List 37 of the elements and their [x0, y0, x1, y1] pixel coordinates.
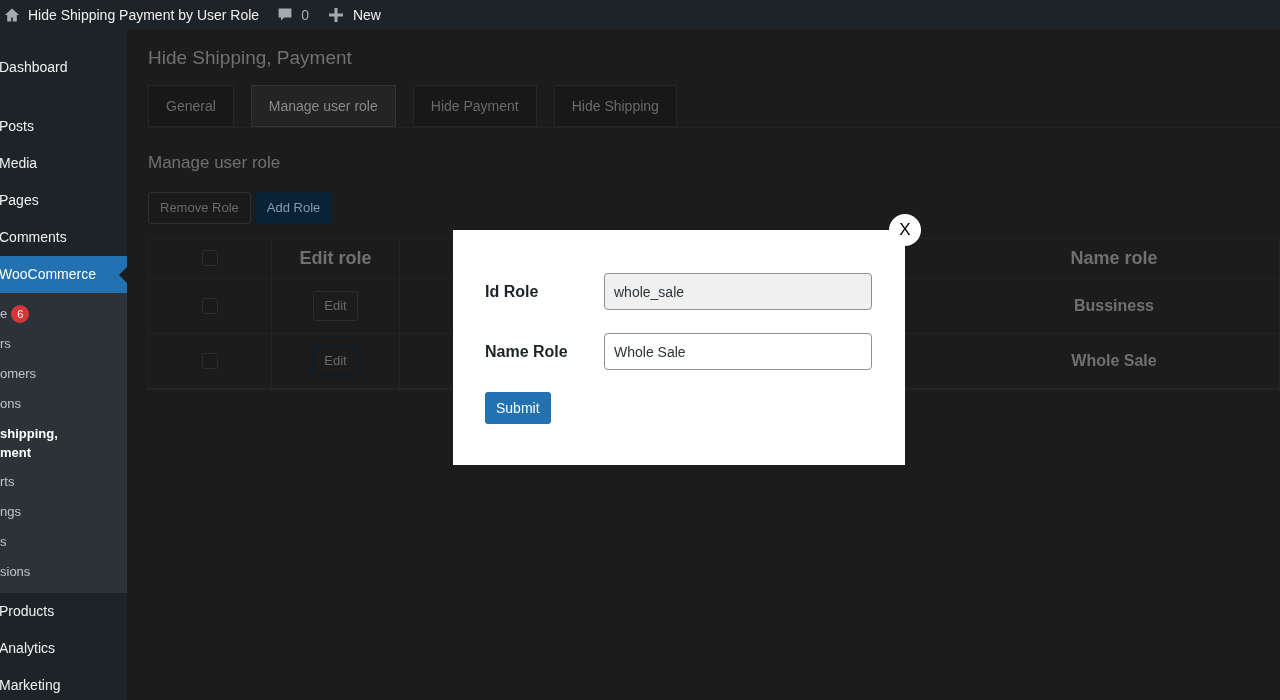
- submenu-item[interactable]: s: [0, 532, 7, 552]
- new-link[interactable]: New: [352, 4, 381, 26]
- table-cell-text: Bussiness: [1073, 295, 1154, 316]
- menu-item[interactable]: Dashboard: [0, 49, 127, 86]
- submenu-item[interactable]: ngs: [0, 502, 21, 522]
- submenu-item[interactable]: ons: [0, 394, 21, 414]
- current-pointer-icon: [119, 267, 127, 283]
- submenu-item[interactable]: rts: [0, 472, 15, 492]
- menu-item[interactable]: Products: [0, 593, 127, 630]
- tab[interactable]: Manage user role: [250, 85, 396, 127]
- submenu-item[interactable]: e: [0, 304, 8, 324]
- menu-item[interactable]: Media: [0, 145, 127, 182]
- role-input-field[interactable]: Whole Sale: [604, 333, 872, 370]
- field-label: Name Role: [485, 341, 569, 362]
- close-button[interactable]: X: [889, 214, 921, 246]
- menu-item[interactable]: Marketing: [0, 667, 127, 700]
- site-title-link[interactable]: Hide Shipping Payment by User Role: [28, 4, 260, 26]
- field-label: Id Role: [485, 281, 540, 302]
- comment-icon[interactable]: [277, 7, 294, 23]
- plus-icon[interactable]: [328, 8, 343, 22]
- role-button[interactable]: Add Role: [254, 191, 333, 224]
- menu-item[interactable]: Posts: [0, 108, 127, 145]
- menu-item[interactable]: Pages: [0, 182, 127, 219]
- count-badge: 6: [11, 305, 30, 323]
- column-header: Name role: [1070, 246, 1158, 270]
- section-title: Manage user role: [148, 152, 282, 174]
- submenu-item[interactable]: rs: [0, 334, 11, 354]
- table-cell-text: Whole Sale: [1071, 350, 1157, 371]
- home-icon[interactable]: [4, 7, 20, 23]
- submenu-item[interactable]: shipping, ment: [0, 424, 58, 462]
- menu-item[interactable]: Comments: [0, 219, 127, 256]
- page-title: Hide Shipping, Payment: [148, 46, 353, 70]
- submenu-item[interactable]: omers: [0, 364, 37, 384]
- comment-count[interactable]: 0: [301, 4, 309, 26]
- column-header: Edit role: [299, 246, 372, 270]
- submenu-item[interactable]: sions: [0, 562, 31, 582]
- submit-button[interactable]: Submit: [485, 392, 551, 424]
